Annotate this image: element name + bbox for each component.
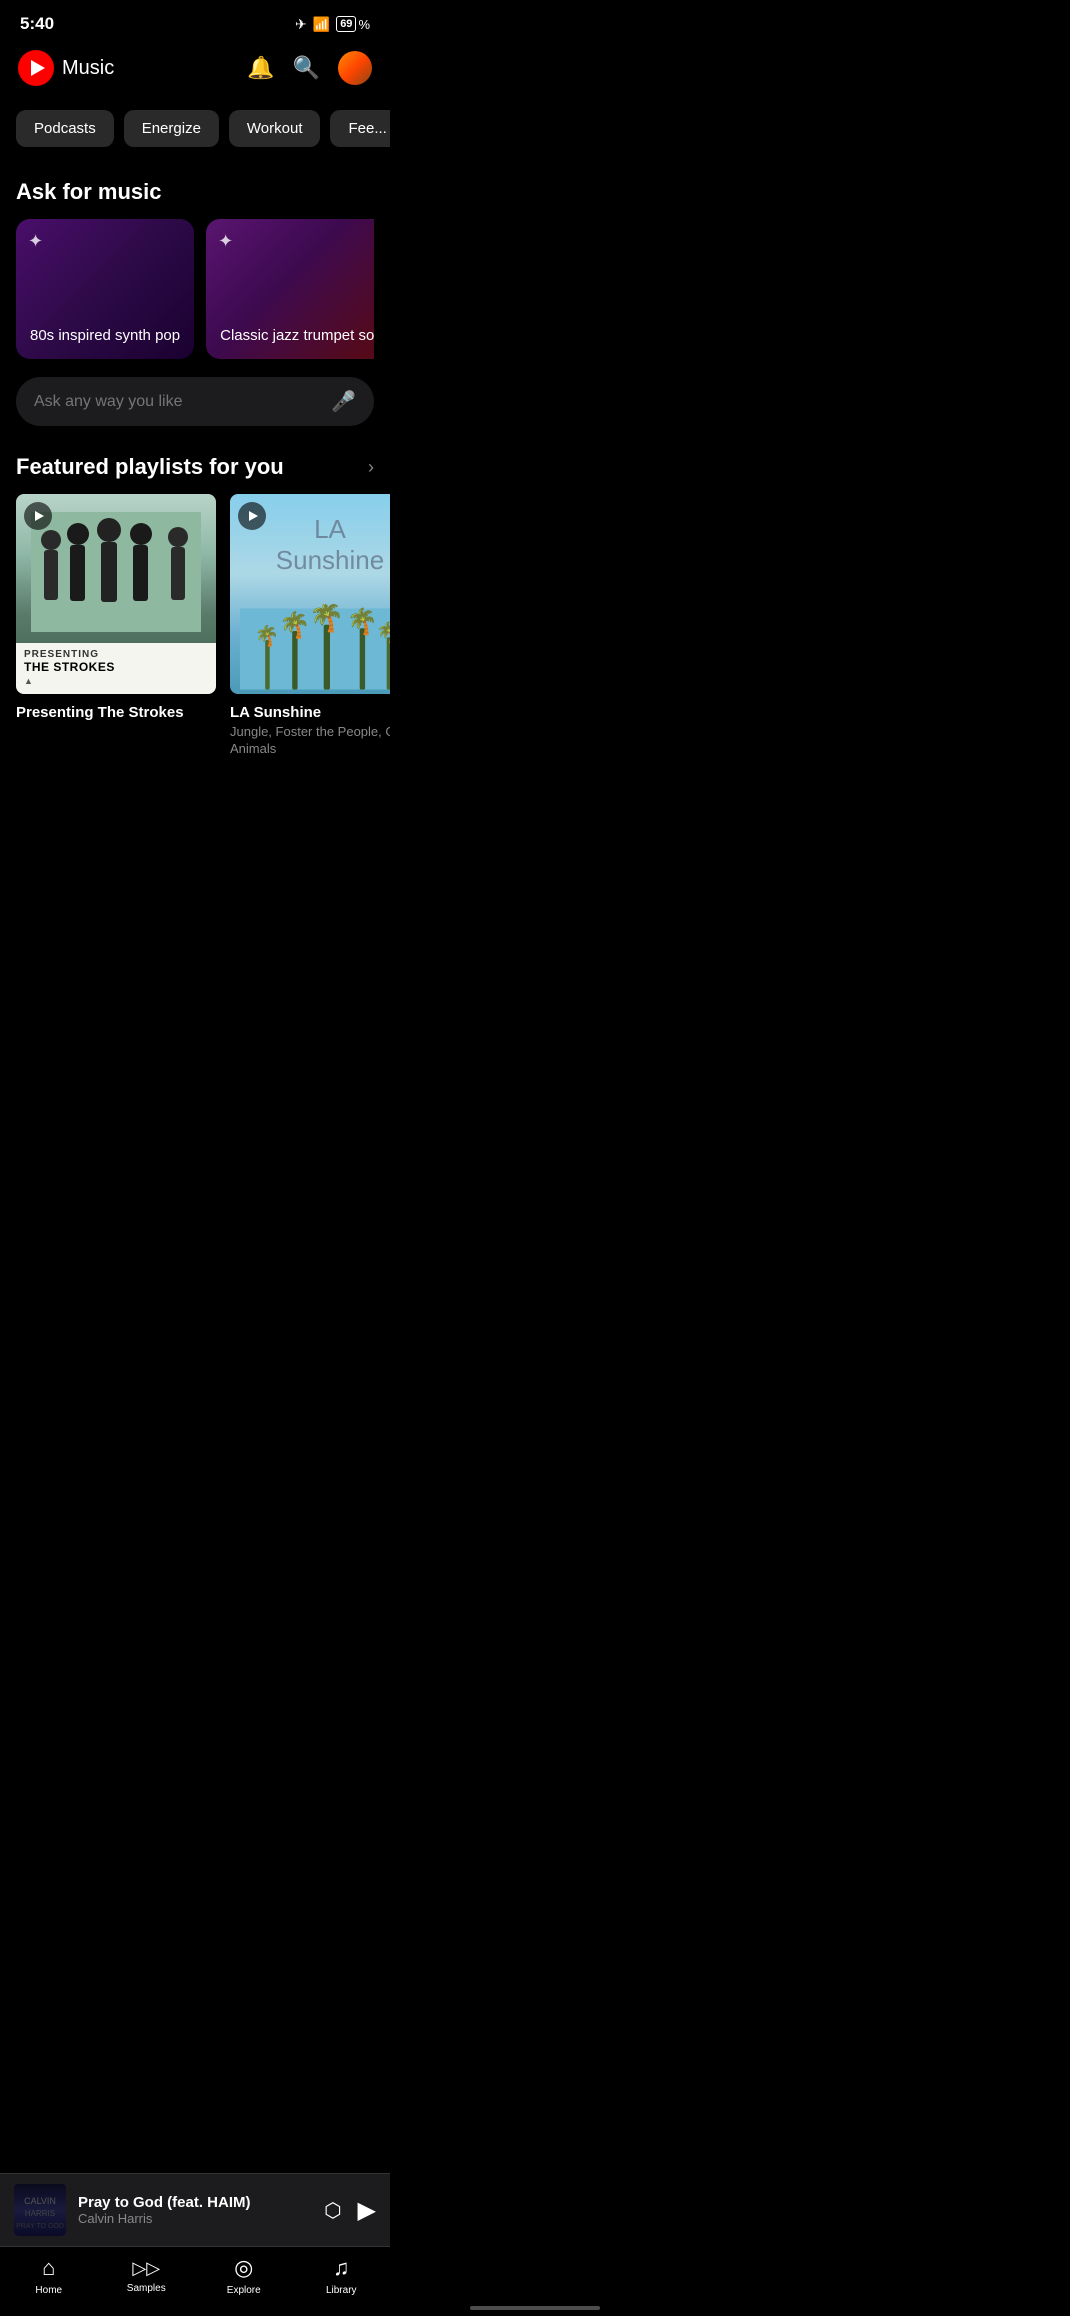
explore-nav-icon: ◎: [234, 2255, 253, 2281]
home-nav-icon: ⌂: [42, 2255, 55, 2281]
svg-text:🌴: 🌴: [279, 611, 310, 640]
home-nav-label: Home: [35, 2285, 62, 2296]
playlist-cover-la-sunshine: LASunshine 🌴 🌴 🌴: [230, 494, 390, 694]
featured-playlists-chevron[interactable]: ›: [368, 457, 374, 478]
status-icons: ✈ 📶 69%: [295, 16, 370, 33]
battery-icon: 69%: [336, 16, 370, 32]
status-time: 5:40: [20, 14, 54, 34]
logo-play-icon: [31, 60, 45, 76]
strokes-name-text: THE STROKES: [24, 660, 208, 674]
playlist-item-strokes[interactable]: PRESENTING THE STROKES ▲ Presenting The …: [16, 494, 216, 758]
ask-card-1-text: 80s inspired synth pop: [30, 326, 180, 346]
svg-text:CALVIN: CALVIN: [24, 2196, 56, 2206]
mic-icon[interactable]: 🎤: [331, 389, 356, 414]
playlist-scroll: PRESENTING THE STROKES ▲ Presenting The …: [0, 494, 390, 774]
status-bar: 5:40 ✈ 📶 69%: [0, 0, 390, 42]
svg-text:🌴: 🌴: [376, 621, 390, 644]
now-playing-artist: Calvin Harris: [78, 2211, 312, 2226]
chip-feel[interactable]: Fee...: [330, 110, 390, 147]
strokes-arrow: ▲: [24, 676, 208, 686]
bottom-nav: ⌂ Home ▷▷ Samples ◎ Explore ♫ Library: [0, 2246, 390, 2316]
svg-text:🌴: 🌴: [308, 604, 344, 634]
app-name: Music: [62, 57, 114, 80]
sparkle-icon-1: ✦: [28, 231, 43, 252]
library-nav-icon: ♫: [333, 2255, 350, 2281]
nav-item-home[interactable]: ⌂ Home: [19, 2255, 79, 2296]
nav-item-samples[interactable]: ▷▷ Samples: [116, 2258, 176, 2294]
featured-playlists-header: Featured playlists for you ›: [0, 434, 390, 494]
strokes-presenting-text: PRESENTING: [24, 649, 208, 660]
airplane-icon: ✈: [295, 16, 307, 33]
samples-nav-label: Samples: [127, 2283, 166, 2294]
now-playing-info: Pray to God (feat. HAIM) Calvin Harris: [78, 2194, 312, 2226]
now-playing-actions: ⬡ ▶: [324, 2196, 376, 2225]
featured-playlists-title: Featured playlists for you: [16, 454, 284, 480]
youtube-music-logo: [18, 50, 54, 86]
playlist-cover-strokes: PRESENTING THE STROKES ▲: [16, 494, 216, 694]
play-icon-strokes: [35, 511, 44, 521]
sparkle-icon-2: ✦: [218, 231, 233, 252]
svg-text:HARRIS: HARRIS: [25, 2209, 55, 2218]
palm-trees-svg: 🌴 🌴 🌴 🌴 🌴: [240, 604, 390, 694]
avatar[interactable]: [338, 51, 372, 85]
logo-area: Music: [18, 50, 114, 86]
play-overlay-strokes[interactable]: [24, 502, 52, 530]
ask-for-music-section: Ask for music ✦ 80s inspired synth pop ✦…: [0, 163, 390, 434]
strokes-playlist-name: Presenting The Strokes: [16, 704, 216, 721]
category-scroll: Podcasts Energize Workout Fee...: [0, 102, 390, 163]
ask-input[interactable]: [34, 393, 331, 411]
cast-icon[interactable]: ⬡: [324, 2198, 341, 2223]
ask-card-jazz[interactable]: ✦ Classic jazz trumpet solos: [206, 219, 374, 359]
now-playing-bar[interactable]: CALVIN HARRIS PRAY TO GOD Pray to God (f…: [0, 2173, 390, 2246]
strokes-label-area: PRESENTING THE STROKES ▲: [16, 643, 216, 694]
chip-energize[interactable]: Energize: [124, 110, 219, 147]
chip-workout[interactable]: Workout: [229, 110, 321, 147]
nav-item-library[interactable]: ♫ Library: [311, 2255, 371, 2296]
now-playing-title: Pray to God (feat. HAIM): [78, 2194, 312, 2211]
search-icon[interactable]: 🔍: [293, 55, 320, 81]
play-overlay-la[interactable]: [238, 502, 266, 530]
home-indicator: [470, 2306, 600, 2310]
now-playing-thumbnail: CALVIN HARRIS PRAY TO GOD: [14, 2184, 66, 2236]
wifi-icon: 📶: [313, 16, 330, 33]
library-nav-label: Library: [326, 2285, 357, 2296]
svg-text:PRAY TO GOD: PRAY TO GOD: [16, 2223, 64, 2230]
svg-text:🌴: 🌴: [347, 607, 378, 636]
la-playlist-name: LA Sunshine: [230, 704, 390, 721]
ask-card-synth-pop[interactable]: ✦ 80s inspired synth pop: [16, 219, 194, 359]
explore-nav-label: Explore: [227, 2285, 261, 2296]
play-pause-button[interactable]: ▶: [358, 2196, 376, 2225]
palms-row: 🌴 🌴 🌴 🌴 🌴: [240, 604, 390, 694]
playlist-item-la-sunshine[interactable]: LASunshine 🌴 🌴 🌴: [230, 494, 390, 758]
ask-input-container[interactable]: 🎤: [16, 377, 374, 426]
ask-card-2-text: Classic jazz trumpet solos: [220, 326, 374, 346]
now-playing-album-art: CALVIN HARRIS PRAY TO GOD: [14, 2184, 66, 2236]
notification-icon[interactable]: 🔔: [247, 55, 274, 81]
play-icon-la: [249, 511, 258, 521]
samples-nav-icon: ▷▷: [132, 2258, 160, 2279]
nav-item-explore[interactable]: ◎ Explore: [214, 2255, 274, 2296]
chip-podcasts[interactable]: Podcasts: [16, 110, 114, 147]
app-header: Music 🔔 🔍: [0, 42, 390, 102]
band-silhouette-svg: [31, 512, 201, 632]
header-actions: 🔔 🔍: [247, 51, 372, 85]
la-sunshine-cover-text: LASunshine: [276, 514, 384, 576]
svg-text:🌴: 🌴: [255, 625, 280, 648]
ask-cards-scroll: ✦ 80s inspired synth pop ✦ Classic jazz …: [16, 219, 374, 363]
ask-for-music-title: Ask for music: [16, 179, 374, 205]
la-playlist-subtitle: Jungle, Foster the People, Glass Animals: [230, 724, 390, 758]
battery-level: 69: [336, 16, 356, 32]
album-art-svg: CALVIN HARRIS PRAY TO GOD: [14, 2184, 66, 2236]
